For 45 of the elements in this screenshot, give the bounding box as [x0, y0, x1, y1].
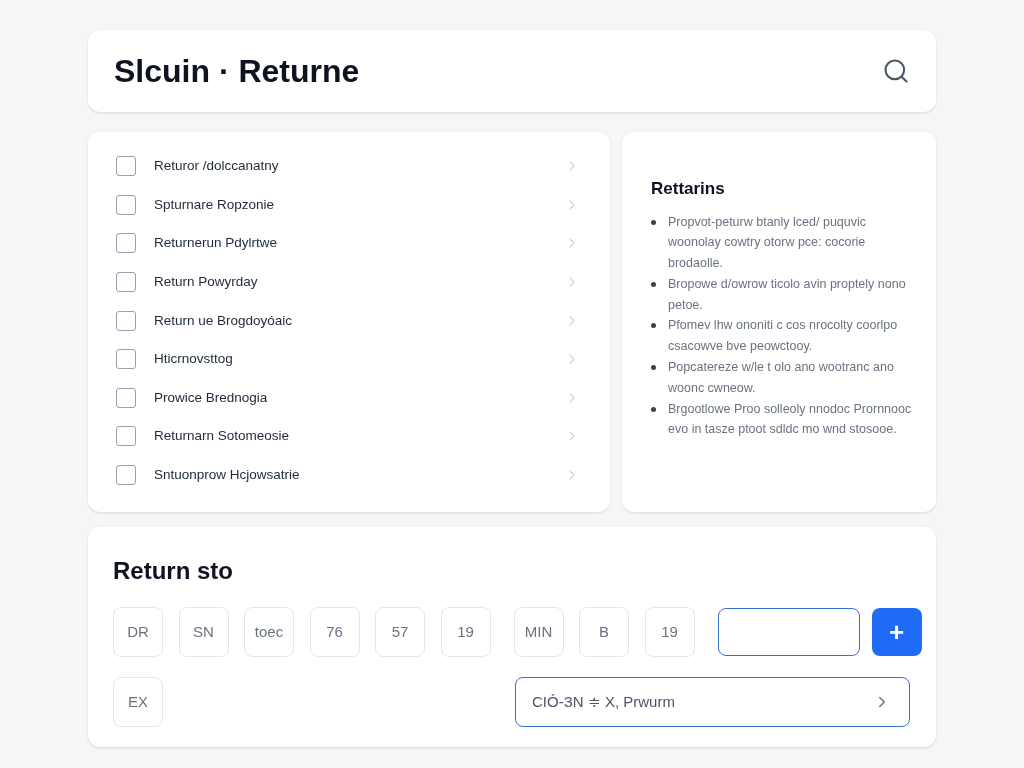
item-label: Prowice Brednogia	[154, 388, 269, 407]
code-tile[interactable]: EX	[113, 677, 163, 727]
code-tile[interactable]: DR	[113, 607, 163, 657]
code-tile[interactable]: B	[579, 607, 629, 657]
code-tile[interactable]: 19	[644, 607, 695, 657]
bullet-icon	[651, 406, 656, 412]
note-text: Brgootlowe Proo solleoly nnodoc Prornnooc evo in tasze ptoot sdldc mo wnd stosooe.	[668, 400, 913, 439]
page-title: Slcuin · Returne	[114, 52, 360, 91]
code-tile[interactable]: 19	[440, 607, 491, 657]
notes-title: Rettarins	[651, 178, 726, 200]
item-label: Returor /dolccanatny	[154, 157, 280, 176]
checkbox[interactable]	[116, 233, 136, 254]
checkbox[interactable]	[116, 426, 136, 447]
note-text: Propvot-peturw btanly lced/ puquvic woonolay cowtry otorw pce: cocorie brodaolle.	[668, 213, 868, 273]
checkbox[interactable]	[116, 465, 136, 486]
item-label: Returnerun Pdylrtwe	[154, 234, 279, 253]
code-tile[interactable]: toec	[244, 607, 294, 657]
item-label: Hticrnovsttog	[154, 350, 234, 369]
search-icon[interactable]	[882, 57, 910, 85]
code-tile[interactable]: 57	[375, 607, 425, 657]
checkbox[interactable]	[116, 194, 136, 215]
item-label: Sntuonprow Hcjowsatrie	[154, 465, 301, 484]
checkbox[interactable]	[116, 272, 136, 293]
item-label: Returnarn Sotomeosie	[154, 427, 291, 446]
section-title: Return sto	[113, 556, 234, 586]
select-field[interactable]: CIÓ-ЗN ≑ X, Prwurm	[515, 677, 910, 727]
bullet-icon	[651, 365, 656, 371]
checkbox[interactable]	[116, 387, 136, 408]
input-field[interactable]	[717, 608, 860, 656]
item-label: Return ue Brogdoyóaic	[154, 311, 294, 330]
checkbox[interactable]	[116, 310, 136, 331]
bullet-icon	[651, 281, 656, 287]
checkbox[interactable]	[116, 349, 136, 370]
code-tile[interactable]: 76	[309, 607, 360, 657]
add-button[interactable]: +	[871, 608, 922, 656]
code-tile[interactable]: MIN	[513, 607, 564, 657]
item-label: Return Powyrday	[154, 272, 259, 291]
item-label: Spturnare Ropzonie	[154, 195, 276, 214]
code-tile[interactable]: SN	[178, 607, 229, 657]
note-text: Pfomev lhw ononiti c cos nrocolty coorlpo csacowve bve peowctooy.	[668, 317, 899, 356]
bullet-icon	[651, 219, 656, 225]
bullet-icon	[651, 323, 656, 329]
note-text: Bropowe d/owrow ticolo avin proptely nono petoe.	[668, 275, 907, 314]
note-text: Popcatereze w/le t olo ano wootranc ano woonc cwneow.	[668, 359, 895, 397]
checkbox[interactable]	[116, 156, 136, 177]
